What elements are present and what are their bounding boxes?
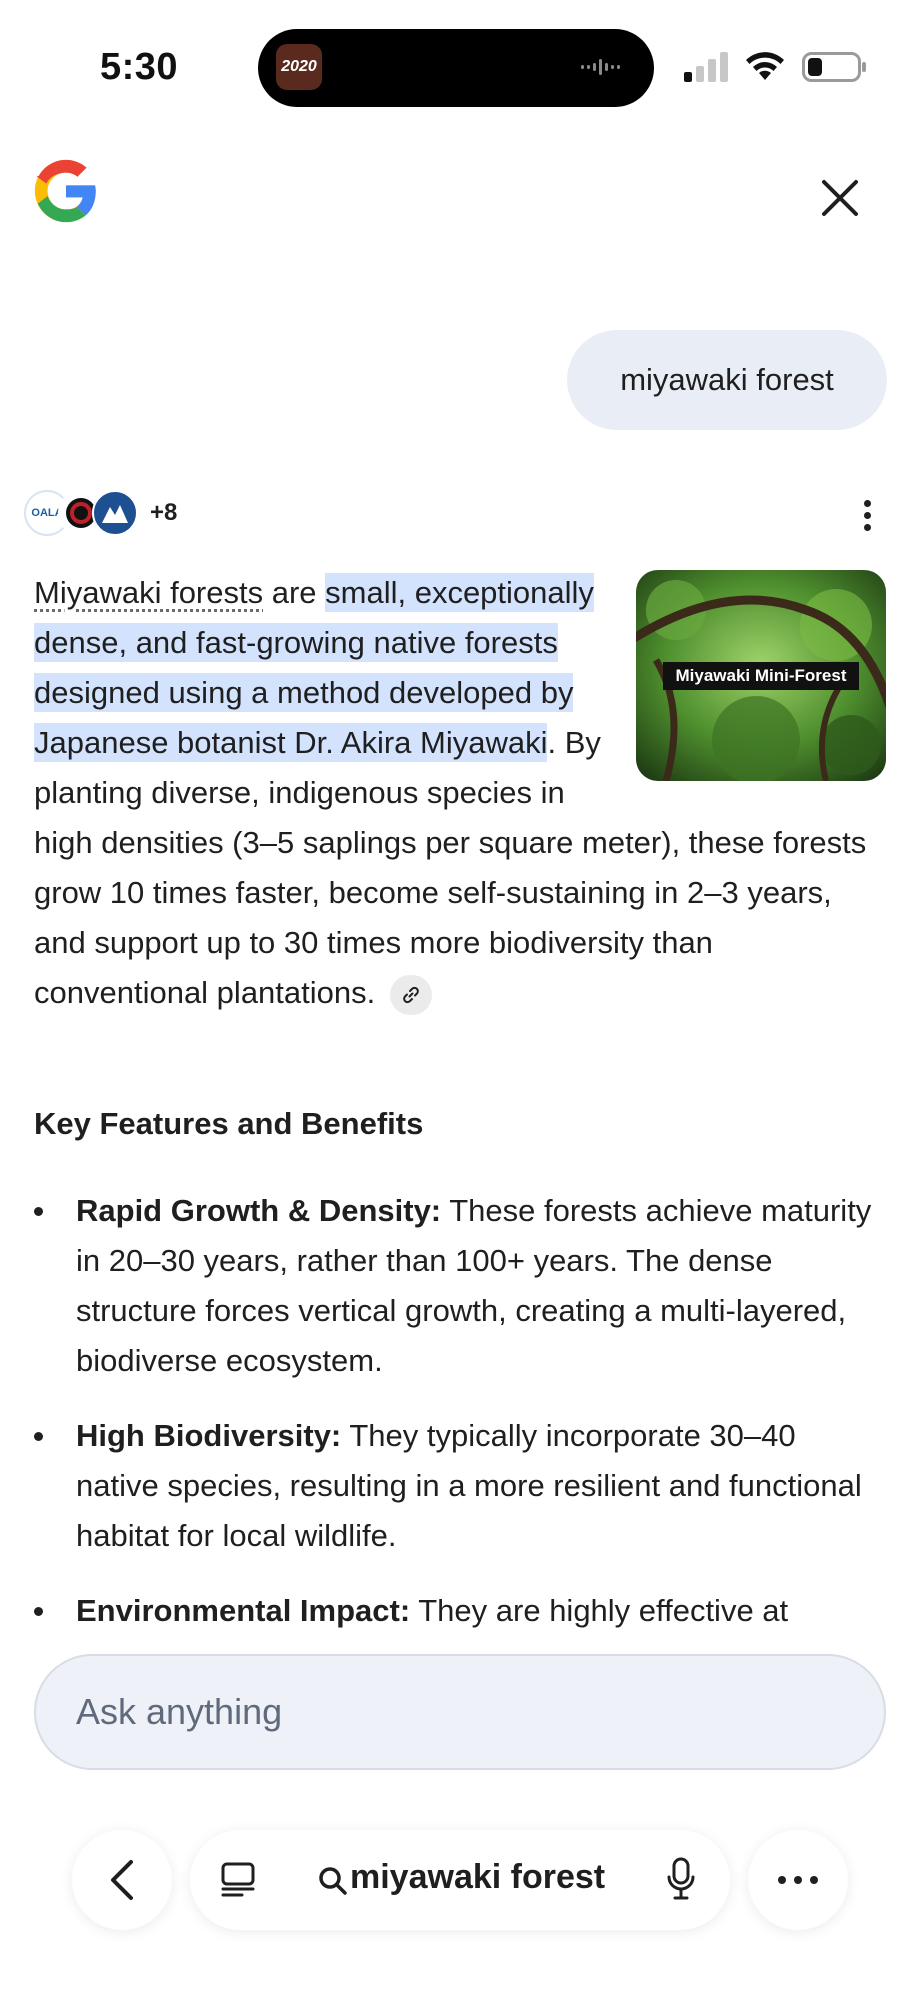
list-item: High Biodiversity: They typically incorp… — [34, 1411, 886, 1561]
more-menu-button[interactable] — [748, 1830, 848, 1930]
microphone-icon[interactable] — [666, 1856, 696, 1902]
chevron-left-icon — [111, 1860, 133, 1900]
features-list: Rapid Growth & Density: These forests ac… — [34, 1186, 886, 1632]
section-heading: Key Features and Benefits — [34, 1106, 424, 1141]
ask-anything-input[interactable]: Ask anything — [34, 1654, 886, 1770]
image-caption: Miyawaki Mini-Forest — [663, 662, 859, 690]
link-icon — [403, 986, 419, 1003]
miyawaki-forest-image[interactable]: Miyawaki Mini-Forest — [636, 570, 886, 781]
search-pill[interactable]: miyawaki forest — [190, 1830, 730, 1930]
back-button[interactable] — [72, 1830, 172, 1930]
search-icon — [319, 1867, 347, 1895]
tabs-icon[interactable] — [218, 1860, 258, 1900]
miyawaki-forests-link[interactable]: Miyawaki forests — [34, 575, 263, 610]
bottom-toolbar: miyawaki forest — [0, 1830, 920, 1930]
search-query-text: miyawaki forest — [350, 1858, 606, 1896]
source-link-chip[interactable] — [389, 974, 432, 1015]
list-item: Rapid Growth & Density: These forests ac… — [34, 1186, 886, 1386]
list-item: Environmental Impact: They are highly ef… — [34, 1586, 886, 1632]
answer-scroll-area[interactable]: Miyawaki forests are small, exceptionall… — [0, 0, 920, 1632]
